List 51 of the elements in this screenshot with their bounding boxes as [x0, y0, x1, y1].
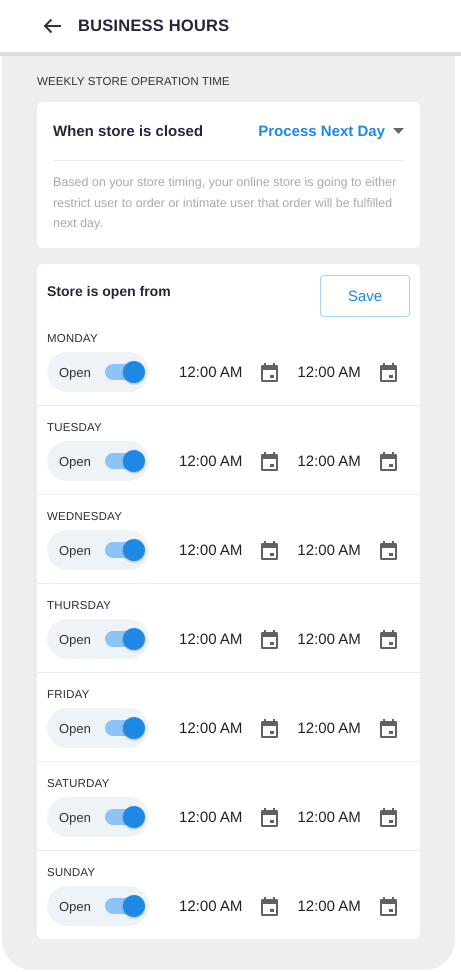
- calendar-icon[interactable]: [380, 362, 397, 382]
- day-label: SATURDAY: [47, 778, 110, 790]
- start-time[interactable]: 12:00 AM: [179, 808, 242, 826]
- day-label: WEDNESDAY: [47, 511, 122, 523]
- section-label: WEEKLY STORE OPERATION TIME: [37, 75, 230, 90]
- calendar-icon[interactable]: [261, 362, 278, 382]
- start-time[interactable]: 12:00 AM: [179, 898, 242, 914]
- description-text: Based on your store timing, your online store is going to either restrict user to order or intimate user that order will be fulfilled next day.: [53, 174, 398, 232]
- open-toggle[interactable]: Open: [47, 708, 149, 748]
- end-time[interactable]: 12:00 AM: [297, 898, 361, 914]
- open-toggle[interactable]: Open: [47, 441, 149, 481]
- end-time[interactable]: 12:00 AM: [297, 720, 361, 736]
- calendar-icon[interactable]: [261, 896, 278, 916]
- closed-action-dropdown[interactable]: Process Next Day: [258, 122, 404, 140]
- calendar-icon[interactable]: [380, 896, 397, 916]
- calendar-icon[interactable]: [380, 808, 397, 826]
- end-time[interactable]: 12:00 AM: [297, 452, 361, 470]
- day-label: TUESDAY: [47, 422, 102, 434]
- card-title: Store is open from: [47, 283, 171, 299]
- caret-icon: [393, 128, 404, 134]
- calendar-icon[interactable]: [261, 452, 278, 470]
- calendar-icon[interactable]: [261, 808, 278, 826]
- back-arrow-icon[interactable]: [43, 18, 62, 34]
- day-label: MONDAY: [47, 333, 98, 345]
- save-button[interactable]: Save: [320, 275, 410, 317]
- page-title: BUSINESS HOURS: [78, 16, 230, 36]
- end-time[interactable]: 12:00 AM: [297, 808, 361, 826]
- open-toggle[interactable]: Open: [47, 797, 149, 837]
- calendar-icon[interactable]: [261, 540, 278, 560]
- setting-label: When store is closed: [53, 122, 204, 140]
- open-toggle[interactable]: Open: [47, 619, 149, 659]
- open-toggle[interactable]: Open: [47, 886, 149, 926]
- end-time[interactable]: 12:00 AM: [297, 364, 361, 380]
- day-label: THURSDAY: [47, 600, 112, 612]
- calendar-icon[interactable]: [380, 630, 397, 648]
- end-time[interactable]: 12:00 AM: [297, 542, 361, 558]
- open-toggle[interactable]: Open: [47, 530, 149, 570]
- start-time[interactable]: 12:00 AM: [179, 720, 242, 736]
- start-time[interactable]: 12:00 AM: [179, 542, 242, 558]
- calendar-icon[interactable]: [380, 540, 397, 560]
- start-time[interactable]: 12:00 AM: [179, 452, 242, 470]
- day-label: FRIDAY: [47, 689, 90, 701]
- calendar-icon[interactable]: [380, 718, 397, 738]
- day-label: SUNDAY: [47, 867, 96, 879]
- open-toggle[interactable]: Open: [47, 352, 149, 392]
- start-time[interactable]: 12:00 AM: [179, 364, 242, 380]
- end-time[interactable]: 12:00 AM: [297, 630, 361, 648]
- calendar-icon[interactable]: [261, 718, 278, 738]
- calendar-icon[interactable]: [380, 452, 397, 470]
- start-time[interactable]: 12:00 AM: [179, 630, 242, 648]
- calendar-icon[interactable]: [261, 630, 278, 648]
